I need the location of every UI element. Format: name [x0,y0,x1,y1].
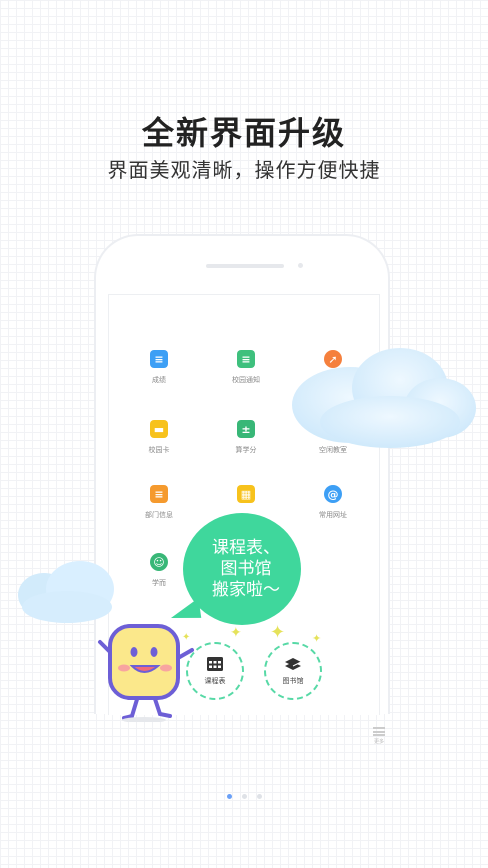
grades-icon: ≡ [150,350,168,368]
page-dot[interactable] [256,794,262,799]
speech-bubble: 课程表、 图书馆 搬家啦～ [183,513,301,625]
app-label: 部门信息 [145,511,173,519]
page-dot[interactable] [241,794,247,799]
mascot-illustration [98,624,194,722]
calendar-icon: ▦ [237,485,255,503]
app-label: 成绩 [152,376,166,384]
bubble-line-2: 图书馆 [220,558,272,579]
more-tab-label: 更多 [373,739,384,745]
app-tile[interactable]: ≡ 部门信息 [129,485,189,520]
page-indicator [0,794,488,799]
schedule-label: 课程表 [204,677,226,685]
app-tile[interactable]: ▦ [216,485,276,510]
app-label: 学而 [152,579,166,587]
bubble-line-3: 搬家啦～ [212,579,280,600]
menu-icon [373,727,385,736]
card-icon: ▬ [150,420,168,438]
app-tile[interactable]: ☺ 学而 [129,553,189,588]
app-tile[interactable]: ± 算学分 [216,420,276,455]
subline: 界面美观清晰，操作方便快捷 [107,158,381,182]
app-tile[interactable]: @ 常用网址 [303,485,363,520]
app-label: 常用网址 [319,511,347,519]
books-icon [285,658,302,670]
study-icon: ☺ [150,553,168,571]
app-tile[interactable]: ≡ 校园通知 [216,350,276,385]
app-label: 算学分 [235,446,257,454]
notice-icon: ≡ [237,350,255,368]
schedule-button[interactable]: 课程表 [186,642,244,700]
cloud-right [292,348,476,448]
calendar-grid-icon [207,657,223,671]
app-label: 校园卡 [148,446,170,454]
bubble-line-1: 课程表、 [212,537,280,558]
library-label: 图书馆 [282,677,304,685]
link-icon: @ [324,485,342,503]
calc-icon: ± [237,420,255,438]
sparkle-icon: ✦ [230,625,242,641]
page-dot[interactable] [226,794,232,799]
phone-camera [298,263,303,268]
phone-speaker [206,264,284,268]
more-tab[interactable]: 更多 [369,727,389,745]
headline: 全新界面升级 [141,114,346,152]
app-label: 校园通知 [232,376,260,384]
app-tile[interactable]: ≡ 成绩 [129,350,189,385]
sparkle-icon: ✦ [312,632,322,645]
library-button[interactable]: 图书馆 [264,642,322,700]
sparkle-icon: ✦ [270,622,286,643]
dept-icon: ≡ [150,485,168,503]
app-tile[interactable]: ▬ 校园卡 [129,420,189,455]
